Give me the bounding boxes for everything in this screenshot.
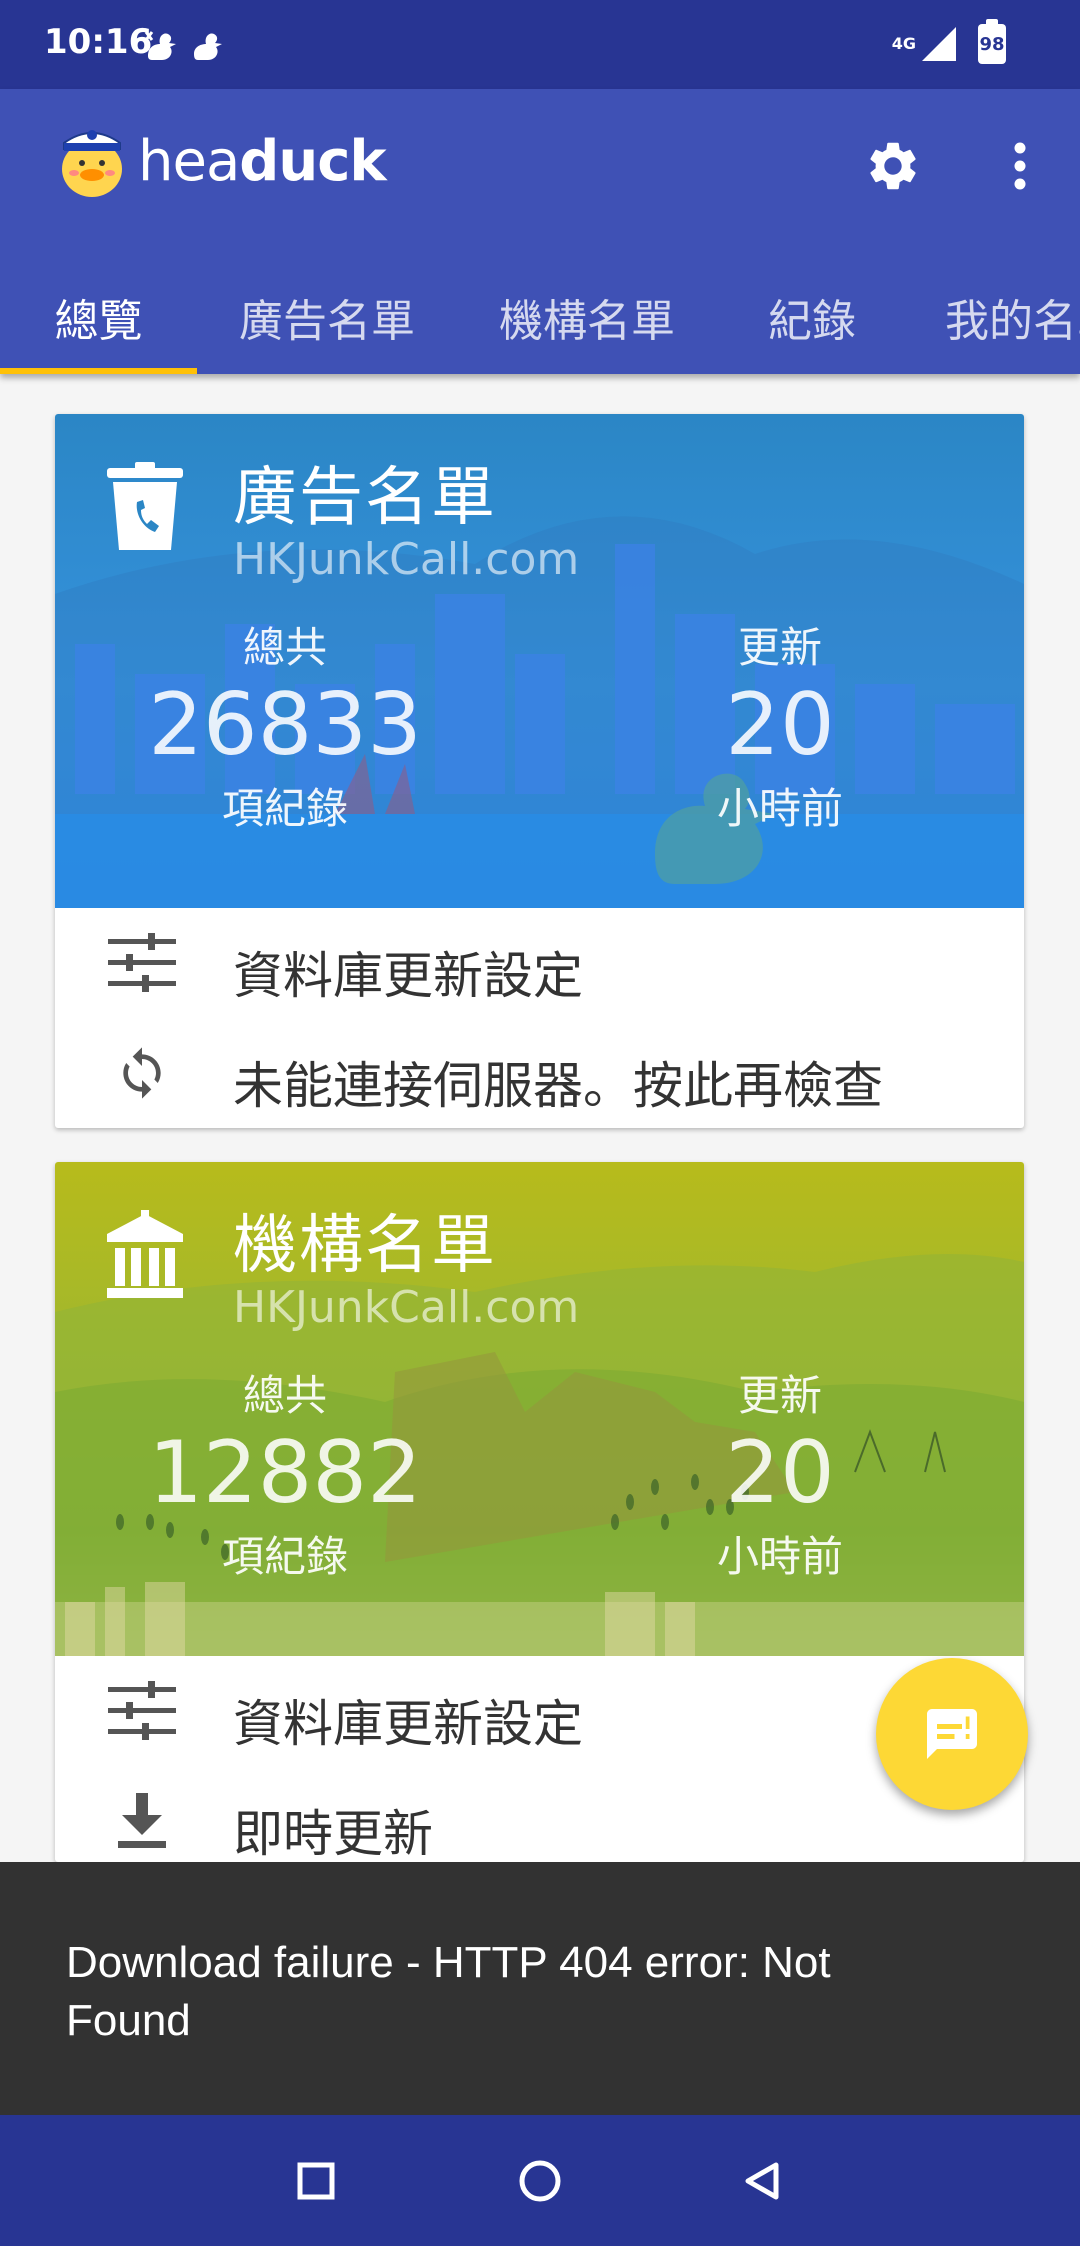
- tune-icon: [107, 931, 177, 995]
- total-stat: 總共 12882 項紀錄: [135, 1362, 435, 1584]
- tab-records[interactable]: 紀錄: [717, 279, 907, 374]
- update-unit: 小時前: [716, 784, 843, 833]
- ad-list-card-header[interactable]: 廣告名單 HKJunkCall.com 總共 26833 項紀錄 更新 20 小…: [55, 414, 1024, 908]
- home-button[interactable]: [512, 2153, 568, 2209]
- update-unit: 小時前: [716, 1532, 843, 1581]
- action-label: 資料庫更新設定: [233, 1695, 583, 1753]
- action-label: 未能連接伺服器。按此再檢查: [233, 1057, 883, 1115]
- app-title: headuck: [138, 129, 387, 194]
- update-value: 20: [725, 675, 835, 775]
- battery-level: 98: [979, 33, 1005, 55]
- retry-connect-row[interactable]: 未能連接伺服器。按此再檢查: [55, 1018, 1024, 1128]
- org-list-card-header[interactable]: 機構名單 HKJunkCall.com 總共 12882 項紀錄 更新 20 小…: [55, 1162, 1024, 1656]
- settings-button[interactable]: [858, 131, 928, 201]
- tune-icon: [107, 1679, 177, 1743]
- signal-icon: [922, 27, 956, 61]
- feedback-icon: [927, 1709, 977, 1759]
- tab-bar: 總覽 廣告名單 機構名單 紀錄 我的名單: [0, 279, 1080, 374]
- feedback-fab[interactable]: [876, 1658, 1028, 1810]
- update-label: 更新: [737, 1371, 822, 1420]
- overflow-menu-button[interactable]: [990, 131, 1050, 201]
- status-bar: 10:16 4G 98: [0, 0, 1080, 89]
- battery-icon: 98: [978, 19, 1006, 64]
- tab-indicator: [0, 368, 197, 374]
- download-icon: [107, 1789, 177, 1853]
- total-label: 總共: [242, 1371, 327, 1420]
- action-label: 即時更新: [233, 1805, 433, 1862]
- db-update-settings-row[interactable]: 資料庫更新設定: [55, 908, 1024, 1018]
- duck-logo-icon: [62, 130, 122, 197]
- triangle-back-icon: [745, 2162, 779, 2200]
- trash-phone-icon: [107, 462, 183, 550]
- more-vert-icon: [1014, 142, 1026, 190]
- tab-my-list[interactable]: 我的名單: [907, 279, 1080, 374]
- update-stat: 更新 20 小時前: [680, 614, 880, 836]
- notification-duck-icon: [144, 31, 176, 60]
- app-title-light: hea: [138, 129, 240, 194]
- total-unit: 項紀錄: [221, 1532, 348, 1581]
- gear-icon: [870, 142, 916, 190]
- app-bar: headuck 總覽 廣告名單 機構名單 紀錄 我的名單: [0, 89, 1080, 374]
- total-value: 12882: [148, 1423, 422, 1523]
- tab-org-list[interactable]: 機構名單: [457, 279, 717, 374]
- total-stat: 總共 26833 項紀錄: [135, 614, 435, 836]
- back-button[interactable]: [734, 2153, 790, 2209]
- card-title: 機構名單: [233, 1209, 497, 1283]
- snackbar-message: Download failure - HTTP 404 error: Not F…: [66, 1938, 831, 2045]
- update-stat: 更新 20 小時前: [680, 1362, 880, 1584]
- square-icon: [297, 2162, 335, 2200]
- total-unit: 項紀錄: [221, 784, 348, 833]
- tab-overview[interactable]: 總覽: [0, 279, 197, 374]
- card-title: 廣告名單: [233, 461, 497, 535]
- update-value: 20: [725, 1423, 835, 1523]
- circle-icon: [519, 2160, 561, 2202]
- snackbar: Download failure - HTTP 404 error: Not F…: [0, 1862, 1080, 2115]
- instant-update-row[interactable]: 即時更新: [55, 1766, 1024, 1862]
- app-title-bold: duck: [239, 129, 386, 194]
- total-value: 26833: [148, 675, 422, 775]
- notification-duck-icon: [194, 33, 222, 60]
- card-subtitle: HKJunkCall.com: [233, 534, 580, 585]
- update-label: 更新: [737, 623, 822, 672]
- tab-ad-list[interactable]: 廣告名單: [197, 279, 457, 374]
- sync-icon: [107, 1041, 177, 1105]
- recents-button[interactable]: [288, 2153, 344, 2209]
- ad-list-card: 廣告名單 HKJunkCall.com 總共 26833 項紀錄 更新 20 小…: [55, 414, 1024, 1128]
- network-type: 4G: [891, 34, 916, 53]
- total-label: 總共: [242, 623, 327, 672]
- status-time: 10:16: [44, 22, 153, 62]
- action-label: 資料庫更新設定: [233, 947, 583, 1005]
- status-right-group: 4G 98: [891, 19, 1006, 64]
- bank-building-icon: [107, 1210, 183, 1298]
- system-nav-bar: [0, 2115, 1080, 2246]
- card-subtitle: HKJunkCall.com: [233, 1282, 580, 1333]
